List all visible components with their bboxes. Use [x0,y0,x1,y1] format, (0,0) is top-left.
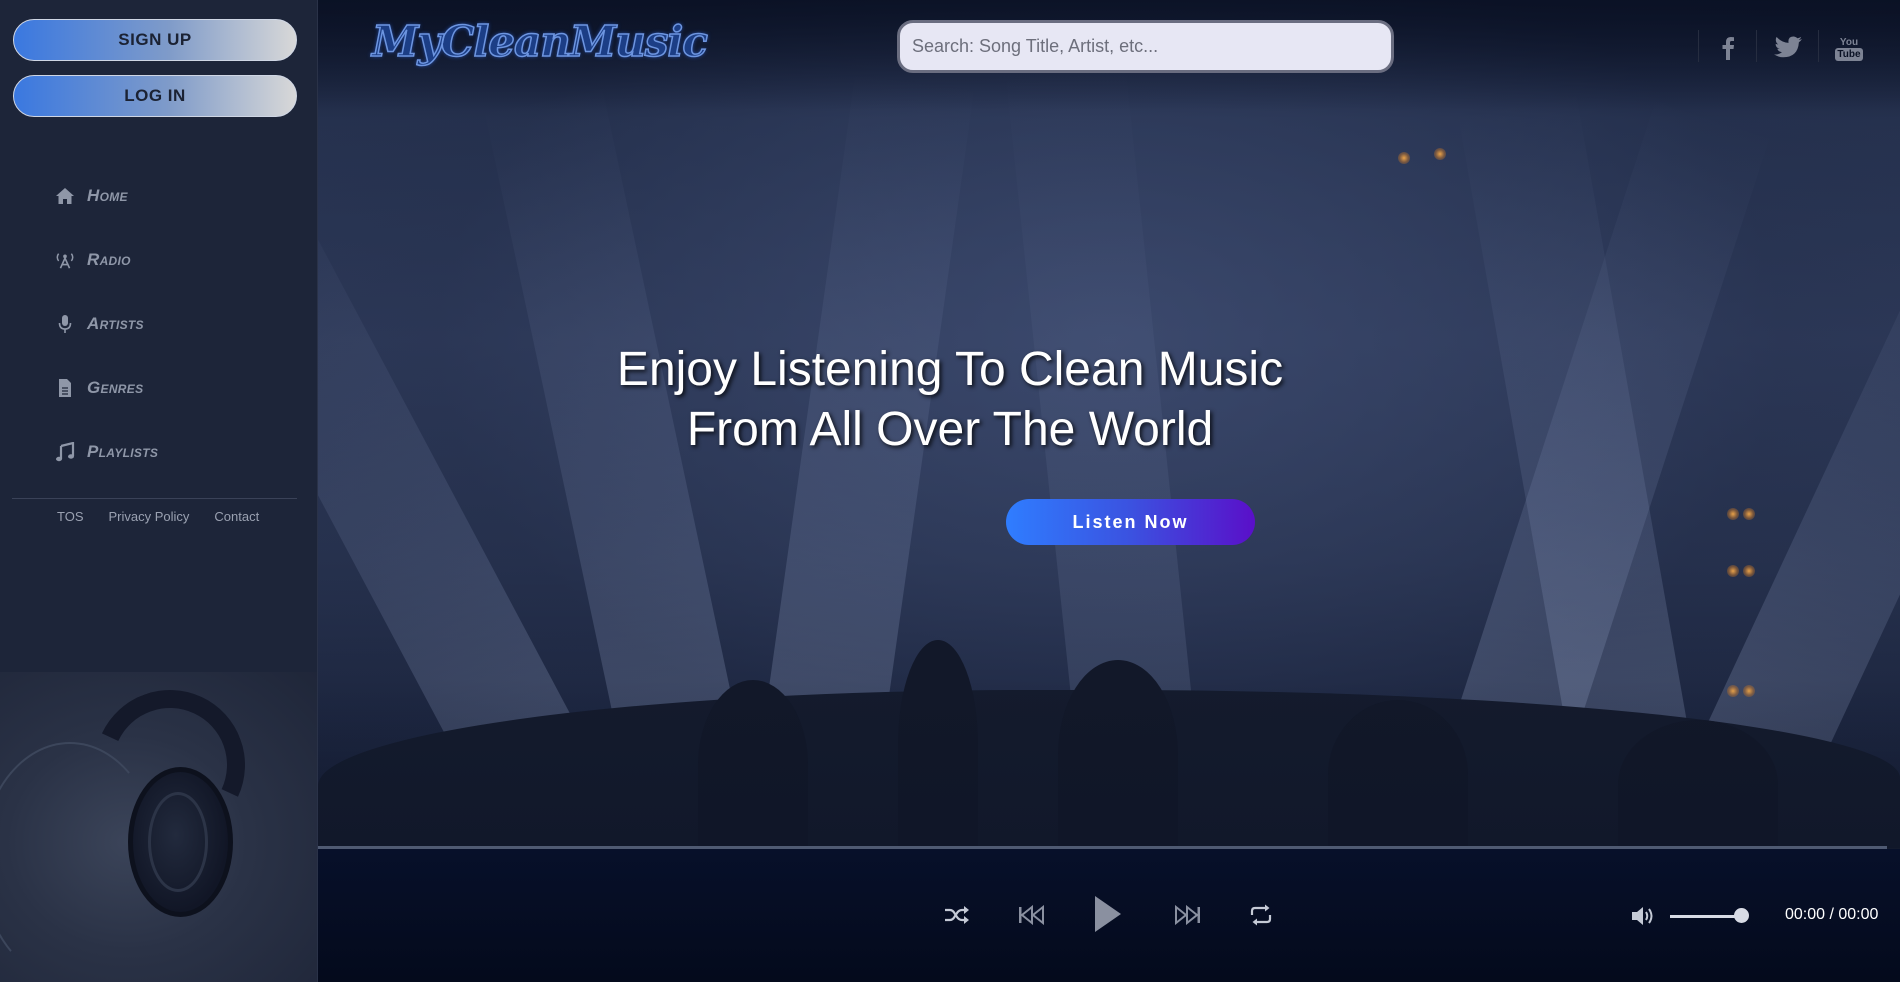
site-logo[interactable]: MyCleanMusic [371,16,708,67]
sidebar-item-home[interactable]: Home [55,164,158,228]
facebook-icon[interactable] [1718,33,1738,63]
sidebar-item-label: Artists [87,314,144,333]
time-display: 00:00 / 00:00 [1785,906,1879,923]
sidebar-item-artists[interactable]: Artists [55,292,158,356]
shuffle-icon[interactable] [942,902,972,928]
social-divider [1818,30,1819,62]
microphone-icon [55,314,75,334]
play-icon[interactable] [1092,893,1124,935]
footer-links: TOS Privacy Policy Contact [57,509,259,524]
tos-link[interactable]: TOS [57,509,84,524]
repeat-icon[interactable] [1246,902,1276,928]
headphones-image [0,668,317,982]
next-icon[interactable] [1171,902,1203,928]
twitter-icon[interactable] [1772,33,1804,63]
document-icon [55,378,75,398]
radio-tower-icon [55,250,75,270]
log-in-button[interactable]: LOG IN [13,75,297,117]
sidebar-item-label: Playlists [87,442,159,461]
sign-up-button[interactable]: SIGN UP [13,19,297,61]
youtube-icon[interactable]: You Tube [1834,33,1864,65]
sidebar-item-label: Home [87,186,128,205]
volume-icon[interactable] [1628,903,1658,929]
search-placeholder: Search: Song Title, Artist, etc... [912,36,1159,56]
sidebar-item-radio[interactable]: Radio [55,228,158,292]
sidebar-item-label: Genres [87,378,144,397]
home-icon [55,186,75,206]
search-input[interactable]: Search: Song Title, Artist, etc... [897,20,1394,73]
hero-title-line-1: Enjoy Listening To Clean Music [616,343,1284,396]
music-note-icon [55,442,75,462]
privacy-policy-link[interactable]: Privacy Policy [109,509,190,524]
listen-now-button[interactable]: Listen Now [1006,499,1255,545]
sidebar-item-label: Radio [87,250,131,269]
social-divider [1756,30,1757,62]
main-content: Enjoy Listening To Clean Music From All … [318,0,1900,982]
sidebar-item-genres[interactable]: Genres [55,356,158,420]
previous-icon[interactable] [1016,902,1048,928]
app: SIGN UP LOG IN Home Radio Artists Genres… [0,0,1900,982]
volume-slider[interactable] [1670,915,1742,918]
volume-slider-thumb[interactable] [1734,908,1749,923]
hero-title-line-2: From All Over The World [686,403,1214,456]
hero-title: Enjoy Listening To Clean Music From All … [318,340,1900,460]
sidebar: SIGN UP LOG IN Home Radio Artists Genres… [0,0,318,982]
sidebar-nav: Home Radio Artists Genres Playlists [55,164,158,484]
sidebar-divider [12,498,297,499]
sidebar-item-playlists[interactable]: Playlists [55,420,158,484]
social-divider [1698,30,1699,62]
contact-link[interactable]: Contact [214,509,259,524]
